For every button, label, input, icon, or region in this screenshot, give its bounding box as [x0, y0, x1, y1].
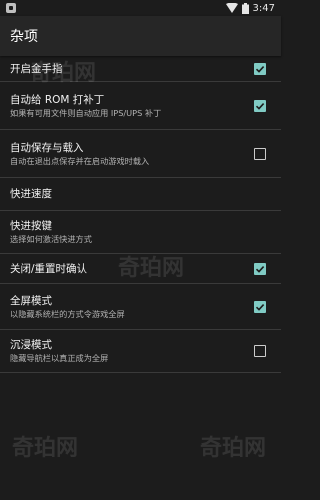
settings-list: 开启金手指 自动给 ROM 打补丁 如果有可用文件则自动应用 IPS/UPS 补… [0, 56, 281, 373]
setting-cheats[interactable]: 开启金手指 [0, 56, 281, 82]
setting-title: 全屏模式 [10, 294, 52, 307]
app-notification-icon [6, 3, 16, 13]
setting-summary: 以隐藏系统栏的方式令游戏全屏 [10, 308, 125, 319]
setting-immersive[interactable]: 沉浸模式 隐藏导航栏以真正成为全屏 [0, 330, 281, 373]
watermark: 奇珀网 [200, 435, 267, 461]
cheats-checkbox[interactable] [254, 62, 266, 75]
setting-auto-patch[interactable]: 自动给 ROM 打补丁 如果有可用文件则自动应用 IPS/UPS 补丁 [0, 82, 281, 130]
setting-summary: 隐藏导航栏以真正成为全屏 [10, 353, 109, 363]
toolbar: 杂项 [0, 16, 281, 56]
setting-summary: 选择如何激活快进方式 [10, 234, 92, 244]
setting-fast-forward-speed[interactable]: 快进速度 [0, 178, 281, 211]
auto-save-checkbox[interactable] [254, 147, 266, 160]
status-bar: 3:47 [0, 0, 281, 16]
setting-fullscreen[interactable]: 全屏模式 以隐藏系统栏的方式令游戏全屏 [0, 284, 281, 330]
setting-auto-save[interactable]: 自动保存与载入 自动在退出点保存并在启动游戏时载入 [0, 130, 281, 178]
setting-title: 自动保存与载入 [10, 141, 84, 154]
setting-summary: 如果有可用文件则自动应用 IPS/UPS 补丁 [10, 107, 162, 118]
auto-patch-checkbox[interactable] [254, 99, 266, 112]
setting-title: 开启金手指 [10, 62, 63, 75]
battery-icon [241, 2, 249, 14]
setting-title: 快进速度 [10, 188, 52, 200]
setting-confirm-close[interactable]: 关闭/重置时确认 [0, 254, 281, 284]
setting-summary: 自动在退出点保存并在启动游戏时载入 [10, 155, 150, 166]
setting-title: 沉浸模式 [10, 339, 52, 351]
setting-title: 自动给 ROM 打补丁 [10, 93, 105, 106]
watermark: 奇珀网 [12, 435, 79, 461]
fullscreen-checkbox[interactable] [254, 300, 266, 313]
status-time: 3:47 [252, 2, 275, 14]
page-title: 杂项 [10, 29, 38, 45]
setting-fast-forward-key[interactable]: 快进按键 选择如何激活快进方式 [0, 211, 281, 254]
wifi-icon [225, 3, 238, 13]
setting-title: 关闭/重置时确认 [10, 262, 88, 275]
confirm-close-checkbox[interactable] [254, 262, 266, 275]
setting-title: 快进按键 [10, 220, 52, 232]
immersive-checkbox[interactable] [254, 345, 266, 357]
